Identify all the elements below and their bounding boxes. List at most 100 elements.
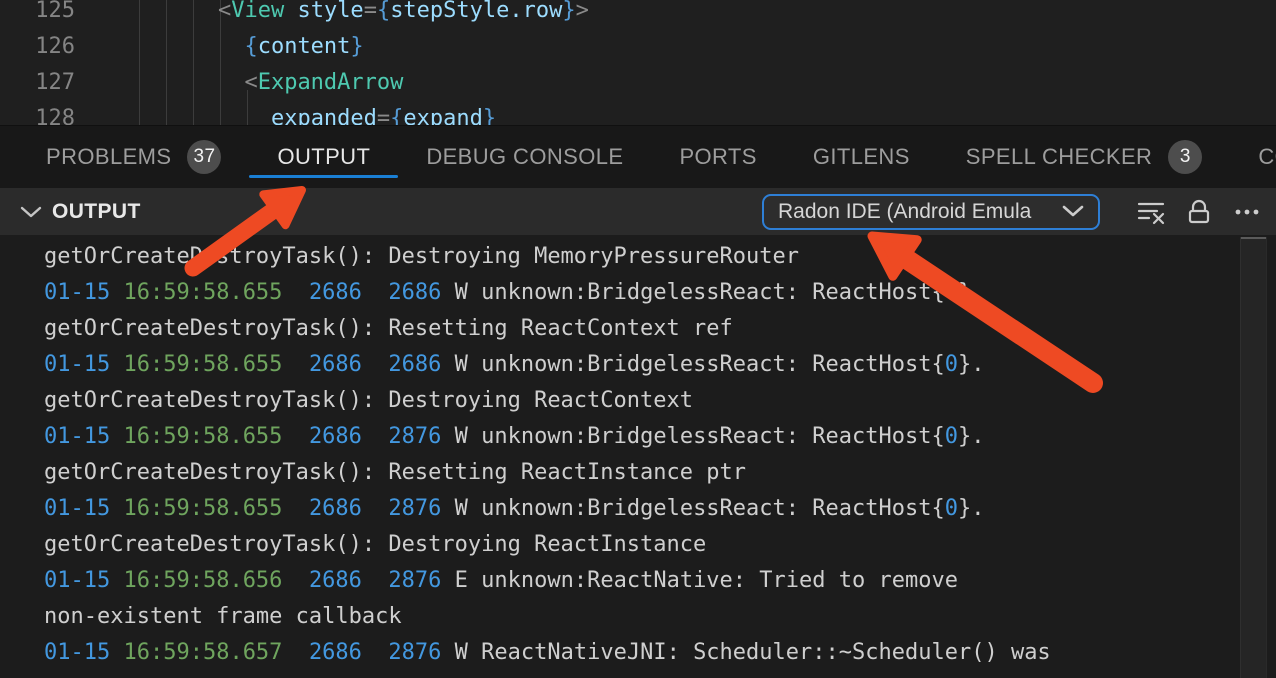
tab-label: PROBLEMS: [46, 144, 171, 170]
code-editor[interactable]: 125 <View style={stepStyle.row}>126 {con…: [0, 0, 1276, 125]
vertical-scrollbar[interactable]: [1240, 237, 1267, 678]
log-line: 01-15 16:59:58.656 2686 2876 E unknown:R…: [44, 563, 1276, 599]
log-segment: [362, 496, 389, 521]
output-channel-dropdown[interactable]: Radon IDE (Android Emula: [762, 194, 1100, 230]
log-segment: [110, 568, 123, 593]
log-segment: 2686: [388, 352, 441, 377]
panel-title: OUTPUT: [52, 200, 141, 224]
log-segment: 01-15: [44, 424, 110, 449]
code-text: <View style={stepStyle.row}>: [75, 0, 589, 23]
log-segment: }.: [958, 352, 985, 377]
code-token: }: [483, 106, 496, 126]
tab-label: SPELL CHECKER: [966, 144, 1153, 170]
code-token: [112, 106, 271, 126]
tab-debug-console[interactable]: DEBUG CONSOLE: [426, 126, 623, 188]
editor-rows: 125 <View style={stepStyle.row}>126 {con…: [0, 0, 1276, 125]
log-segment: getOrCreateDestroyTask(): Destroying Rea…: [44, 532, 706, 557]
log-segment: [362, 280, 389, 305]
output-channel-value: Radon IDE (Android Emula: [778, 200, 1048, 224]
chevron-down-icon: [1062, 205, 1084, 218]
log-line: 01-15 16:59:58.655 2686 2686 W unknown:B…: [44, 275, 1276, 311]
code-token: ExpandArrow: [258, 70, 404, 95]
code-token: <: [244, 70, 257, 95]
log-segment: W unknown:BridgelessReact: ReactHost{: [441, 352, 944, 377]
code-text: {content}: [75, 34, 364, 59]
tab-ports[interactable]: PORTS: [679, 126, 756, 188]
log-line: getOrCreateDestroyTask(): Destroying Mem…: [44, 239, 1276, 275]
log-segment: }.: [958, 496, 985, 521]
tab-label: DEBUG CONSOLE: [426, 144, 623, 170]
code-token: }: [562, 0, 575, 23]
log-segment: }.: [958, 280, 985, 305]
log-segment: 16:59:58.656: [123, 568, 282, 593]
log-segment: 2876: [388, 424, 441, 449]
log-segment: 2876: [388, 640, 441, 665]
code-token: {: [377, 0, 390, 23]
log-segment: [362, 424, 389, 449]
code-token: [284, 0, 297, 23]
log-segment: 01-15: [44, 496, 110, 521]
code-text: expanded={expand}: [75, 106, 496, 126]
output-log[interactable]: getOrCreateDestroyTask(): Destroying Mem…: [0, 235, 1276, 678]
code-token: <: [218, 0, 231, 23]
log-segment: [282, 424, 309, 449]
log-segment: [110, 496, 123, 521]
log-segment: W unknown:BridgelessReact: ReactHost{: [441, 280, 944, 305]
log-segment: 16:59:58.655: [123, 352, 282, 377]
code-token: content: [258, 34, 351, 59]
log-segment: 0: [945, 496, 958, 521]
code-token: =: [364, 0, 377, 23]
log-segment: 2876: [388, 568, 441, 593]
log-segment: getOrCreateDestroyTask(): Destroying Rea…: [44, 388, 693, 413]
output-panel-header: OUTPUT Radon IDE (Android Emula: [0, 188, 1276, 235]
code-line[interactable]: 128 expanded={expand}: [0, 100, 1276, 125]
log-segment: [110, 640, 123, 665]
tab-problems[interactable]: PROBLEMS 37: [46, 126, 221, 188]
tab-output[interactable]: OUTPUT: [277, 126, 370, 188]
log-segment: [110, 424, 123, 449]
log-segment: 2686: [309, 424, 362, 449]
log-line: 01-15 16:59:58.655 2686 2876 W unknown:B…: [44, 491, 1276, 527]
log-line: getOrCreateDestroyTask(): Destroying Rea…: [44, 527, 1276, 563]
log-segment: [362, 640, 389, 665]
log-segment: [110, 352, 123, 377]
log-line: 01-15 16:59:58.655 2686 2876 W unknown:B…: [44, 419, 1276, 455]
line-number: 125: [0, 0, 75, 23]
log-segment: 16:59:58.655: [123, 280, 282, 305]
collapse-panel-chevron-down-icon[interactable]: [20, 205, 42, 219]
code-line[interactable]: 126 {content}: [0, 28, 1276, 64]
clear-output-icon[interactable]: [1136, 197, 1166, 227]
code-token: [112, 34, 244, 59]
log-segment: 2686: [309, 640, 362, 665]
log-segment: 2686: [309, 280, 362, 305]
log-line: 01-15 16:59:58.655 2686 2686 W unknown:B…: [44, 347, 1276, 383]
log-segment: [362, 352, 389, 377]
tab-gitlens[interactable]: GITLENS: [813, 126, 910, 188]
log-segment: }.: [958, 424, 985, 449]
line-number: 127: [0, 70, 75, 95]
line-number: 126: [0, 34, 75, 59]
panel-tab-bar: PROBLEMS 37 OUTPUT DEBUG CONSOLE PORTS GITLEN…: [0, 125, 1276, 188]
tab-badge: 3: [1168, 140, 1202, 174]
code-token: stepStyle.row: [390, 0, 562, 23]
code-token: }: [350, 34, 363, 59]
code-token: expand: [403, 106, 482, 126]
tab-comme[interactable]: COMME: [1258, 126, 1276, 188]
code-line[interactable]: 125 <View style={stepStyle.row}>: [0, 0, 1276, 28]
tab-spell-checker[interactable]: SPELL CHECKER 3: [966, 126, 1203, 188]
log-segment: E unknown:ReactNative: Tried to remove: [441, 568, 958, 593]
log-segment: [362, 568, 389, 593]
tab-badge: 37: [187, 140, 221, 174]
log-segment: 01-15: [44, 352, 110, 377]
log-line: getOrCreateDestroyTask(): Resetting Reac…: [44, 311, 1276, 347]
unlock-icon[interactable]: [1184, 197, 1214, 227]
log-segment: getOrCreateDestroyTask(): Resetting Reac…: [44, 316, 733, 341]
code-token: View: [231, 0, 284, 23]
log-segment: W unknown:BridgelessReact: ReactHost{: [441, 496, 944, 521]
tab-label: GITLENS: [813, 144, 910, 170]
code-token: {: [390, 106, 403, 126]
code-line[interactable]: 127 <ExpandArrow: [0, 64, 1276, 100]
code-token: {: [244, 34, 257, 59]
log-segment: 2876: [388, 496, 441, 521]
more-actions-icon[interactable]: [1232, 197, 1262, 227]
